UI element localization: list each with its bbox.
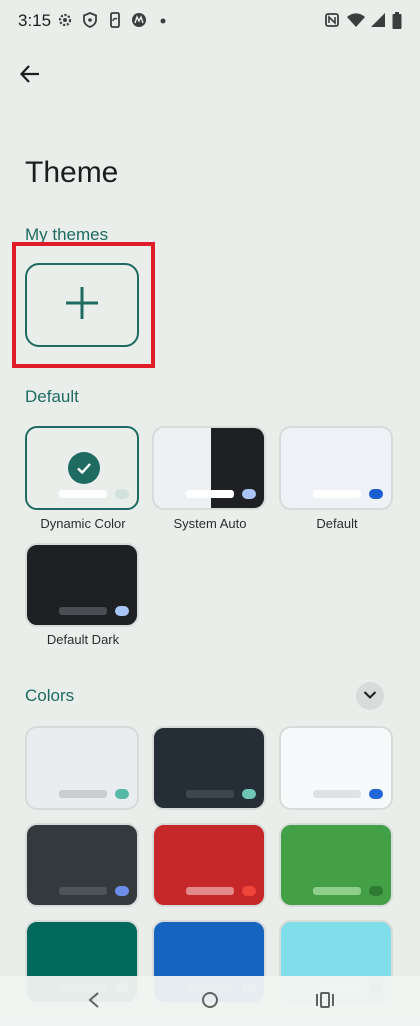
arrow-back-icon — [19, 63, 41, 90]
theme-label-default-dark: Default Dark — [46, 632, 120, 647]
colors-expand-button[interactable] — [356, 682, 384, 710]
swatch-preview-bar — [313, 887, 361, 895]
back-button[interactable] — [14, 60, 46, 92]
plus-icon — [64, 285, 100, 326]
colors-heading: Colors — [25, 686, 75, 705]
nav-back-icon — [87, 991, 101, 1014]
status-bar: 3:15 — [0, 0, 420, 44]
system-nav-bar — [0, 976, 420, 1026]
gear-icon — [57, 12, 75, 30]
nav-recents-button[interactable] — [311, 988, 339, 1016]
wifi-icon — [346, 12, 366, 30]
theme-preview-bar — [186, 490, 234, 498]
swatch-preview-bar — [59, 887, 107, 895]
nav-recents-icon — [315, 991, 335, 1014]
theme-preview-bar — [59, 607, 107, 615]
theme-preview-bar — [313, 490, 361, 498]
swatch-preview-dot — [369, 789, 383, 799]
swatch-preview-dot — [115, 789, 129, 799]
chevron-down-icon — [363, 687, 377, 705]
nfc-icon — [324, 12, 342, 30]
theme-preview-dot — [115, 489, 129, 499]
nav-back-button[interactable] — [80, 988, 108, 1016]
nav-home-icon — [201, 991, 219, 1014]
shield-icon — [82, 12, 100, 30]
default-heading: Default — [25, 387, 79, 406]
status-time: 3:15 — [18, 11, 52, 30]
swatch-preview-dot — [242, 886, 256, 896]
page-title: Theme — [25, 156, 119, 189]
swatch-preview-dot — [242, 789, 256, 799]
swatch-preview-bar — [313, 790, 361, 798]
swatch-preview-dot — [115, 886, 129, 896]
theme-label-dynamic-color: Dynamic Color — [40, 516, 126, 531]
color-swatch-card[interactable] — [279, 823, 393, 907]
swatch-preview-dot — [369, 886, 383, 896]
motorola-icon — [131, 12, 149, 30]
theme-preview-dot — [369, 489, 383, 499]
swatch-preview-bar — [186, 790, 234, 798]
theme-preview-bar — [59, 490, 107, 498]
swatch-preview-bar — [59, 790, 107, 798]
color-swatch-card[interactable] — [279, 726, 393, 810]
theme-card-default-dark[interactable] — [25, 543, 139, 627]
color-swatch-card[interactable] — [152, 823, 266, 907]
theme-preview-dot — [242, 489, 256, 499]
nav-home-button[interactable] — [196, 988, 224, 1016]
theme-label-system-auto: System Auto — [173, 516, 247, 531]
color-swatch-card[interactable] — [25, 823, 139, 907]
add-theme-button[interactable] — [25, 263, 139, 347]
theme-label-default: Default — [316, 516, 358, 531]
color-swatch-card[interactable] — [25, 726, 139, 810]
theme-card-system-auto[interactable] — [152, 426, 266, 510]
theme-card-dynamic-color[interactable] — [25, 426, 139, 510]
theme-preview-dot — [115, 606, 129, 616]
dot-icon — [158, 12, 176, 30]
battery-icon — [392, 12, 404, 30]
check-icon — [68, 452, 100, 484]
color-swatch-card[interactable] — [152, 726, 266, 810]
phone-sync-icon — [107, 12, 125, 30]
signal-icon — [370, 12, 388, 30]
swatch-preview-bar — [186, 887, 234, 895]
theme-card-default[interactable] — [279, 426, 393, 510]
